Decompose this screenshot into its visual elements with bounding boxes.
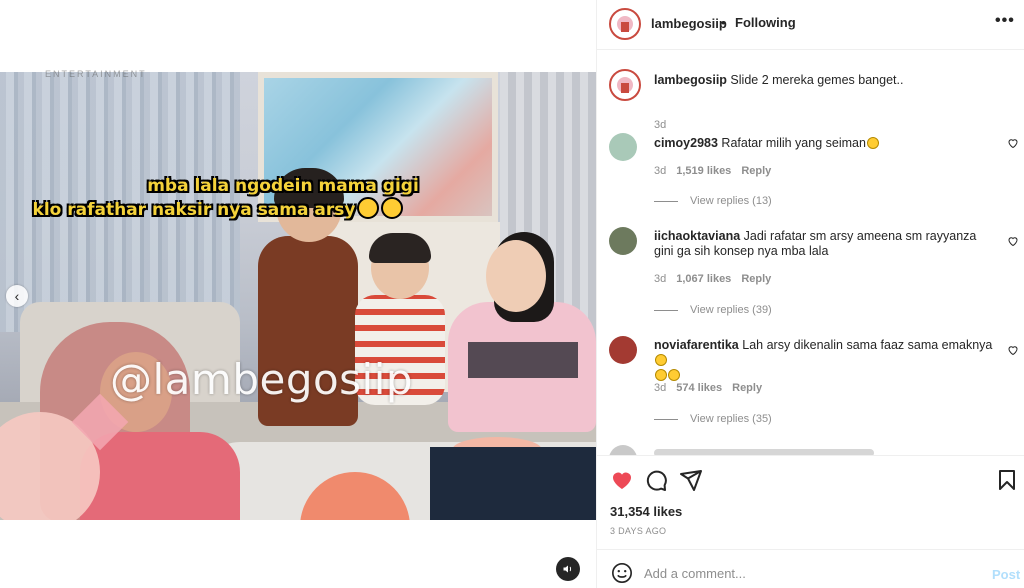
comment-username[interactable]: iichaoktaviana xyxy=(654,229,740,243)
chevron-left-icon: ‹ xyxy=(14,288,20,304)
reply-button[interactable]: Reply xyxy=(741,165,771,177)
following-button[interactable]: Following xyxy=(735,15,796,30)
header-username[interactable]: lambegosiip xyxy=(651,16,727,31)
comment-likes[interactable]: 574 likes xyxy=(676,382,722,394)
comment-likes[interactable]: 1,067 likes xyxy=(676,273,731,285)
separator-dot: • xyxy=(721,15,726,30)
post-header: lambegosiip • Following ••• xyxy=(597,0,1024,50)
comment-text: Lah arsy dikenalin sama faaz sama emakny… xyxy=(742,338,993,352)
comment-likes[interactable]: 1,519 likes xyxy=(676,165,731,177)
laughing-emoji-icon xyxy=(381,197,404,219)
video-top-text: ENTERTAINMENT xyxy=(45,69,147,79)
instagram-post-view: ENTERTAINMENT mba lala ngodein mama gigi… xyxy=(0,0,1024,588)
post-date[interactable]: 3 DAYS AGO xyxy=(610,526,666,536)
like-comment-icon[interactable] xyxy=(1007,344,1019,356)
rofl-emoji-icon xyxy=(655,369,667,381)
share-icon[interactable] xyxy=(679,468,703,492)
video-watermark: @lambegosiip xyxy=(110,355,414,404)
caption-text: Slide 2 mereka gemes banget.. xyxy=(730,73,904,87)
rofl-emoji-icon xyxy=(668,369,680,381)
post-sidebar: lambegosiip • Following ••• lambegosiip … xyxy=(596,0,1024,588)
comment-item-partial xyxy=(609,445,1019,455)
video-person-woman xyxy=(438,232,596,432)
more-options-icon[interactable]: ••• xyxy=(995,12,1015,30)
comment-time[interactable]: 3d xyxy=(654,165,666,177)
view-replies-button[interactable]: View replies (13) xyxy=(654,195,772,207)
like-comment-icon[interactable] xyxy=(1007,235,1019,247)
crying-emoji-icon xyxy=(357,197,380,219)
bookmark-icon[interactable] xyxy=(995,468,1019,492)
post-button[interactable]: Post xyxy=(992,567,1020,582)
previous-slide-button[interactable]: ‹ xyxy=(6,285,28,307)
rofl-emoji-icon xyxy=(655,354,667,366)
speaker-icon xyxy=(563,565,572,573)
comment-text: Rafatar milih yang seiman xyxy=(721,136,866,150)
comment-username[interactable]: cimoy2983 xyxy=(654,136,718,150)
add-comment-bar: Post xyxy=(597,549,1024,588)
video-overlay-line1: mba lala ngodein mama gigi xyxy=(147,176,419,196)
video-overlay-line2: klo rafathar naksir nya sama arsy xyxy=(0,197,516,220)
view-replies-button[interactable]: View replies (35) xyxy=(654,413,772,425)
comment-icon[interactable] xyxy=(644,468,668,492)
comment-username[interactable]: noviafarentika xyxy=(654,338,739,352)
avatar[interactable] xyxy=(609,227,637,255)
reply-button[interactable]: Reply xyxy=(741,273,771,285)
avatar[interactable] xyxy=(609,336,637,364)
view-replies-button[interactable]: View replies (39) xyxy=(654,304,772,316)
caption-time[interactable]: 3d xyxy=(654,119,666,131)
like-comment-icon[interactable] xyxy=(1007,137,1019,149)
comment-item: iichaoktaviana Jadi rafatar sm arsy amee… xyxy=(609,227,1019,322)
comment-time[interactable]: 3d xyxy=(654,382,666,394)
reply-button[interactable]: Reply xyxy=(732,382,762,394)
likes-count[interactable]: 31,354 likes xyxy=(610,504,682,519)
grin-emoji-icon xyxy=(866,137,879,149)
audio-toggle-button[interactable] xyxy=(556,557,580,581)
caption-username[interactable]: lambegosiip xyxy=(654,73,727,87)
post-video[interactable] xyxy=(0,72,596,520)
comment-item: cimoy2983 Rafatar milih yang seiman 3d 1,… xyxy=(609,133,1019,213)
comments-list[interactable]: lambegosiip Slide 2 mereka gemes banget.… xyxy=(597,51,1024,455)
comment-item: noviafarentika Lah arsy dikenalin sama f… xyxy=(609,336,1019,431)
avatar[interactable] xyxy=(609,133,637,161)
post-actions: 31,354 likes 3 DAYS AGO xyxy=(597,455,1024,545)
emoji-icon[interactable] xyxy=(611,562,633,584)
media-panel: ENTERTAINMENT mba lala ngodein mama gigi… xyxy=(0,0,596,588)
comment-input[interactable] xyxy=(644,560,964,586)
heart-icon[interactable] xyxy=(610,468,634,492)
avatar[interactable] xyxy=(609,69,641,101)
avatar[interactable] xyxy=(609,8,641,40)
comment-time[interactable]: 3d xyxy=(654,273,666,285)
